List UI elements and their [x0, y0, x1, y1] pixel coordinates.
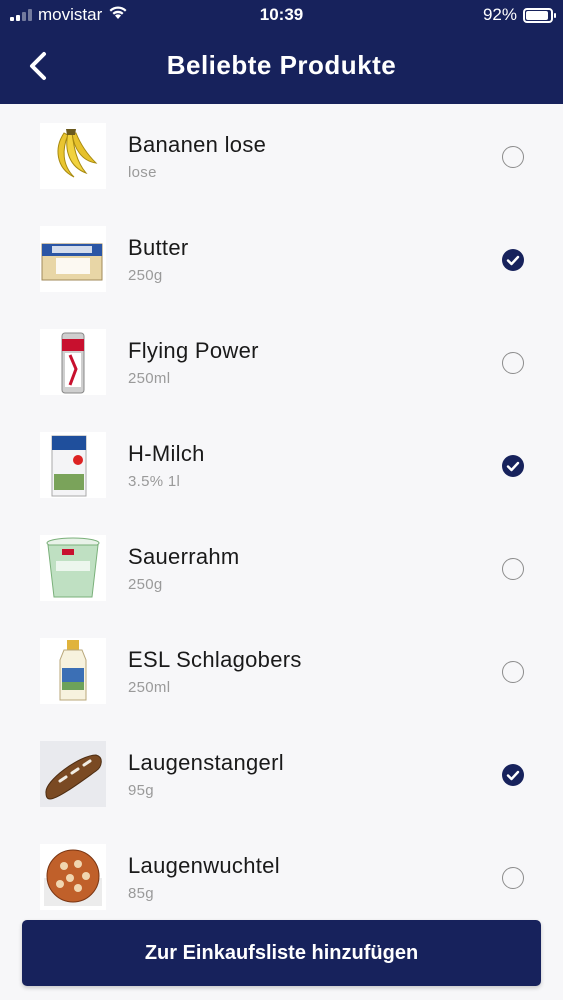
select-radio[interactable] — [502, 558, 524, 580]
product-name: Butter — [128, 235, 189, 260]
product-detail: 250g — [128, 576, 163, 593]
product-detail: 250g — [128, 267, 163, 284]
list-item[interactable]: Sauerrahm 250g — [0, 516, 563, 619]
pretzel-roll-image — [40, 844, 106, 910]
select-radio[interactable] — [502, 867, 524, 889]
header: movistar 10:39 92% Beliebte Produkte — [0, 0, 563, 104]
status-right: 92% — [482, 5, 556, 25]
product-name: Laugenwuchtel — [128, 853, 280, 878]
add-to-shopping-list-button[interactable]: Zur Einkaufsliste hinzufügen — [22, 920, 541, 986]
select-radio[interactable] — [502, 455, 524, 477]
product-detail: 3.5% 1l — [128, 473, 181, 490]
list-item[interactable]: H-Milch 3.5% 1l — [0, 413, 563, 516]
product-name: Sauerrahm — [128, 544, 240, 569]
energy-drink-can-image — [40, 329, 106, 395]
product-detail: 250ml — [128, 370, 171, 387]
list-item[interactable]: Laugenwuchtel 85g — [0, 825, 563, 928]
select-radio[interactable] — [502, 764, 524, 786]
select-radio[interactable] — [502, 249, 524, 271]
butter-pack-image — [40, 226, 106, 292]
milk-carton-image — [40, 432, 106, 498]
product-detail: 95g — [128, 782, 154, 799]
battery-percent: 92% — [482, 5, 517, 24]
list-item[interactable]: Bananen lose lose — [0, 104, 563, 207]
sour-cream-cup-image — [40, 535, 106, 601]
bananas-image — [40, 123, 106, 189]
select-radio[interactable] — [502, 146, 524, 168]
checkmark-icon — [506, 255, 520, 266]
battery-icon — [523, 7, 556, 23]
status-bar: movistar 10:39 92% — [0, 0, 563, 30]
product-name: ESL Schlagobers — [128, 647, 302, 672]
status-time: 10:39 — [259, 5, 304, 24]
select-radio[interactable] — [502, 352, 524, 374]
product-name: Laugenstangerl — [128, 750, 284, 775]
checkmark-icon — [506, 461, 520, 472]
list-item[interactable]: Laugenstangerl 95g — [0, 722, 563, 825]
product-name: Bananen lose — [128, 132, 267, 157]
list-item[interactable]: Flying Power 250ml — [0, 310, 563, 413]
product-detail: 85g — [128, 885, 154, 902]
product-name: Flying Power — [128, 338, 259, 363]
cream-bottle-image — [40, 638, 106, 704]
page-title: Beliebte Produkte — [166, 50, 397, 80]
pretzel-stick-image — [40, 741, 106, 807]
checkmark-icon — [506, 770, 520, 781]
nav-bar: Beliebte Produkte — [0, 30, 563, 104]
product-list: Bananen lose lose Butter 250g Flying Pow… — [0, 104, 563, 1000]
product-name: H-Milch — [128, 441, 205, 466]
list-item[interactable]: ESL Schlagobers 250ml — [0, 619, 563, 722]
product-detail: lose — [128, 164, 157, 181]
product-detail: 250ml — [128, 679, 171, 696]
list-item[interactable]: Butter 250g — [0, 207, 563, 310]
select-radio[interactable] — [502, 661, 524, 683]
battery-level — [526, 10, 549, 20]
